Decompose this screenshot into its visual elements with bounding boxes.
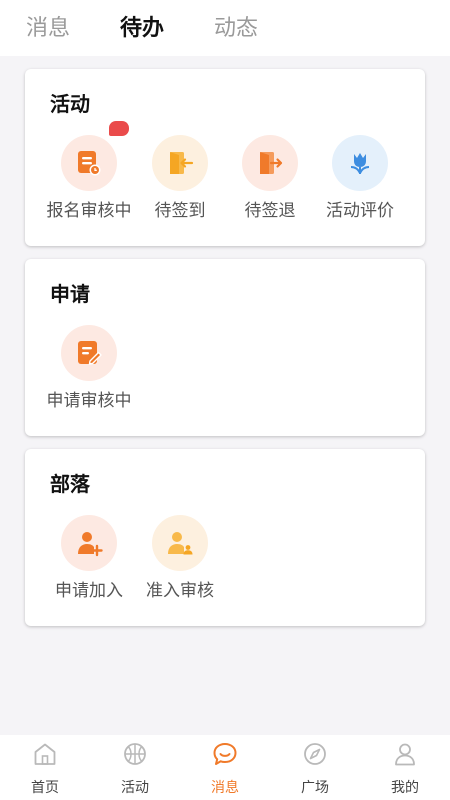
form-review-icon [78,151,101,176]
nav-messages-label: 消息 [211,780,239,796]
tulip-icon [350,153,370,174]
nav-mine[interactable]: 我的 [360,735,450,800]
activity-review-item[interactable]: 活动评价 [312,135,408,222]
nav-messages[interactable]: 消息 [180,735,270,800]
door-exit-icon [260,152,283,174]
pending-checkout-label: 待签退 [244,201,296,221]
nav-square-label: 广场 [301,780,329,796]
notification-badge [109,121,129,136]
person-icon [395,743,415,766]
compass-icon [304,743,326,765]
tab-todo[interactable]: 待办 [120,14,164,44]
activity-card: 活动 报名审核中 待签到 待签退 活动评价 [25,69,425,246]
activity-review-label: 活动评价 [326,201,394,221]
door-enter-icon [170,152,194,174]
document-edit-icon [78,341,102,365]
join-request-label: 申请加入 [55,581,123,601]
tribe-card-title: 部落 [50,472,90,496]
registration-review-item[interactable]: 报名审核中 [41,135,137,222]
bottom-nav: 首页 活动 消息 广场 我的 [0,735,450,800]
activity-card-title: 活动 [50,92,90,116]
application-review-icon-wrap [61,325,117,381]
nav-home-label: 首页 [31,780,59,796]
basketball-icon [124,743,146,765]
registration-review-label: 报名审核中 [46,201,132,221]
user-review-icon [168,532,193,555]
join-request-icon-wrap [61,515,117,571]
admission-review-item[interactable]: 准入审核 [132,515,228,602]
tribe-card: 部落 申请加入 准入审核 [25,449,425,626]
admission-review-icon-wrap [152,515,208,571]
tab-messages[interactable]: 消息 [26,14,70,44]
user-add-icon [78,532,103,557]
nav-mine-label: 我的 [391,780,419,796]
nav-activity[interactable]: 活动 [90,735,180,800]
pending-checkout-icon-wrap [242,135,298,191]
application-card-title: 申请 [50,282,90,306]
activity-review-icon-wrap [332,135,388,191]
chat-bubble-icon [213,743,237,765]
application-card: 申请 申请审核中 [25,259,425,436]
join-request-item[interactable]: 申请加入 [41,515,137,602]
registration-review-icon-wrap [61,135,117,191]
nav-activity-label: 活动 [121,780,149,796]
home-icon [34,743,56,765]
pending-checkout-item[interactable]: 待签退 [222,135,318,222]
pending-checkin-item[interactable]: 待签到 [132,135,228,222]
application-review-label: 申请审核中 [46,391,132,411]
nav-square[interactable]: 广场 [270,735,360,800]
pending-checkin-icon-wrap [152,135,208,191]
pending-checkin-label: 待签到 [154,201,206,221]
application-review-item[interactable]: 申请审核中 [41,325,137,412]
nav-home[interactable]: 首页 [0,735,90,800]
tab-updates[interactable]: 动态 [214,14,258,44]
admission-review-label: 准入审核 [146,581,214,601]
top-tab-bar: 消息 待办 动态 [0,0,450,56]
